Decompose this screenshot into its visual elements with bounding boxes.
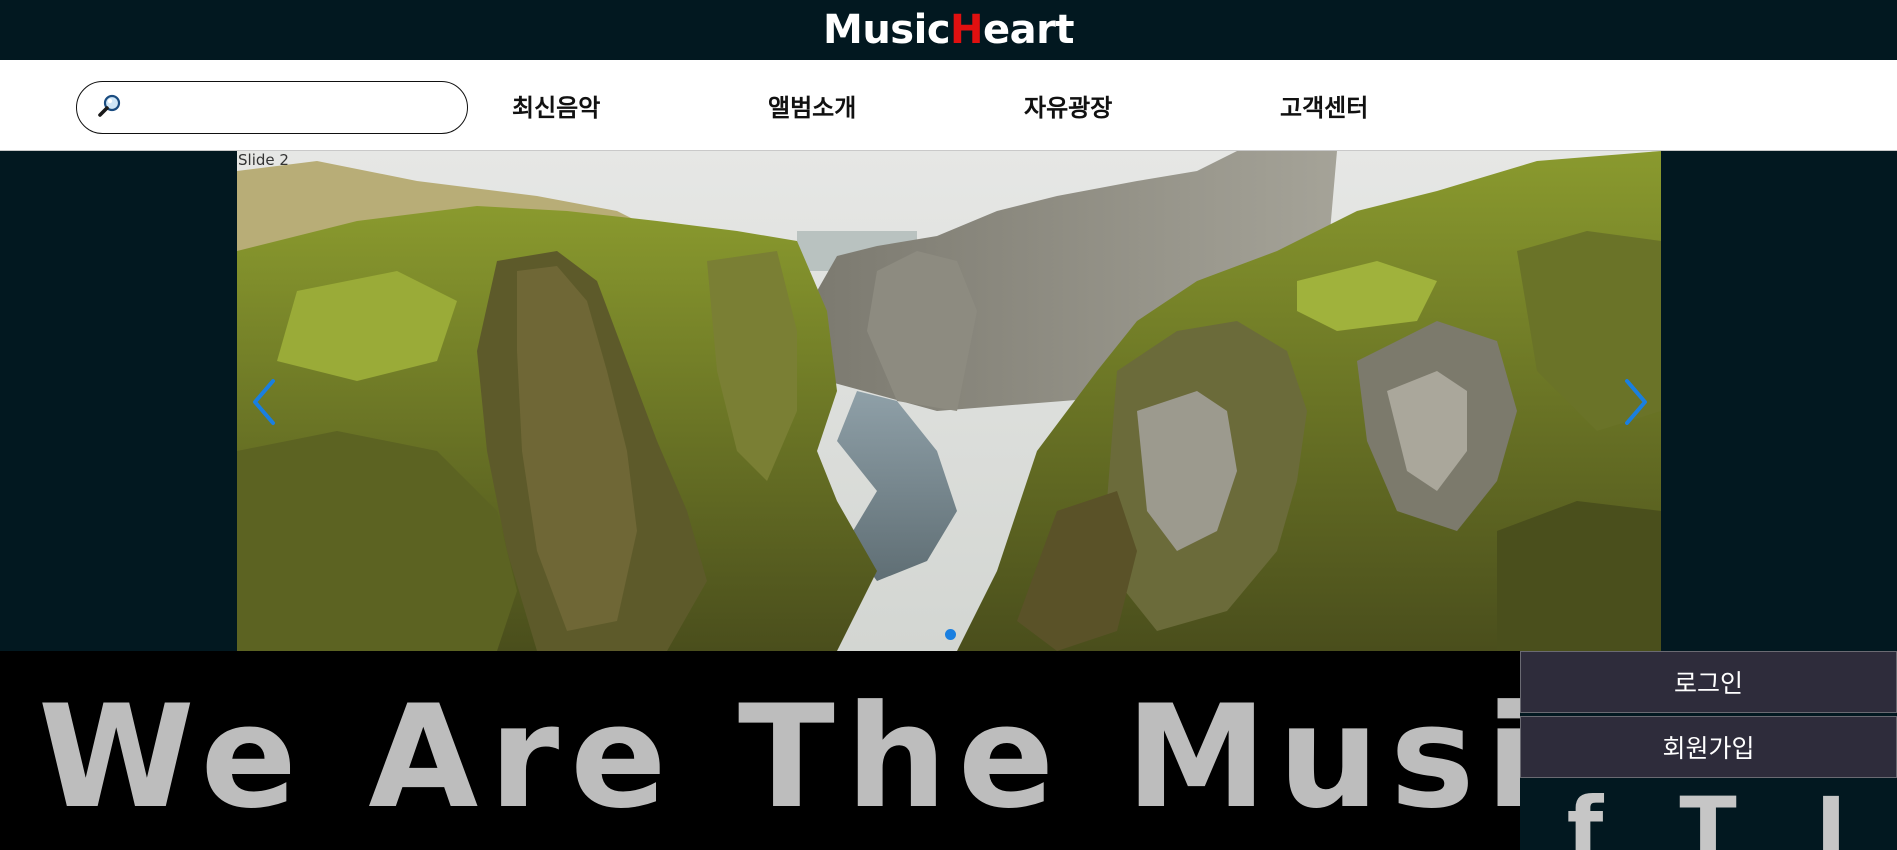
- twitter-icon[interactable]: T: [1668, 786, 1748, 850]
- pagination-dot[interactable]: [945, 629, 956, 640]
- chevron-right-icon: [1625, 379, 1647, 425]
- instagram-icon[interactable]: I: [1791, 786, 1871, 850]
- main-navigation: 최신음악 앨범소개 자유광장 고객센터: [0, 60, 1897, 151]
- logo-text-music: Music: [823, 7, 951, 53]
- top-bar: MusicHeart: [0, 0, 1897, 60]
- next-slide-button[interactable]: [1621, 377, 1651, 427]
- chevron-left-icon: [253, 379, 275, 425]
- nav-item-latest-music[interactable]: 최신음악: [512, 60, 600, 151]
- slogan-text: We Are The Music!: [38, 675, 1520, 840]
- slide-image: [237, 151, 1661, 651]
- search-icon[interactable]: [97, 93, 123, 123]
- facebook-icon[interactable]: f: [1545, 786, 1625, 850]
- search-box[interactable]: [76, 81, 468, 134]
- slide-label: Slide 2: [238, 151, 289, 169]
- site-logo[interactable]: MusicHeart: [823, 10, 1074, 50]
- logo-text-eart: eart: [983, 7, 1074, 53]
- side-panel: 로그인 회원가입 f T I: [1520, 651, 1897, 850]
- search-input[interactable]: [131, 82, 467, 133]
- slogan-banner: We Are The Music!: [0, 651, 1520, 850]
- prev-slide-button[interactable]: [249, 377, 279, 427]
- nav-item-free-board[interactable]: 자유광장: [1024, 60, 1112, 151]
- signup-button[interactable]: 회원가입: [1520, 716, 1897, 778]
- nav-item-album-intro[interactable]: 앨범소개: [768, 60, 856, 151]
- nav-item-customer-center[interactable]: 고객센터: [1280, 60, 1368, 151]
- login-button[interactable]: 로그인: [1520, 651, 1897, 713]
- image-slider[interactable]: Slide 2: [237, 151, 1661, 651]
- logo-text-accent: H: [950, 7, 984, 53]
